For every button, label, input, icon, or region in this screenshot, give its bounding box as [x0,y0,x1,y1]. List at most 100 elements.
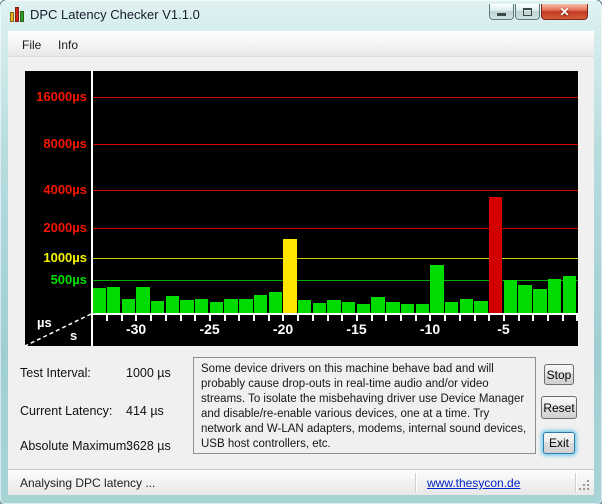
status-text: Analysing DPC latency ... [20,476,156,490]
latency-bar [150,300,165,313]
latency-bar [533,288,547,313]
latency-bar [92,287,106,313]
latency-bar [121,299,135,313]
latency-bar [503,279,518,313]
latency-bar [459,298,474,313]
x-axis-tick [576,315,578,321]
latency-bar [430,265,444,313]
latency-bar [415,304,429,313]
latency-bar [356,304,371,313]
latency-bar [106,286,121,313]
latency-bar [400,304,415,313]
x-axis-tick [91,315,94,321]
chart-gridline [93,144,578,145]
x-axis-tick [179,315,182,321]
latency-bar [180,300,194,313]
latency-bar [386,302,400,313]
test-interval-label: Test Interval: [20,366,91,380]
app-window: DPC Latency Checker V1.1.0 ✕ File Info 1… [0,0,602,504]
latency-bar [136,286,150,313]
latency-bar [547,279,562,313]
y-axis-label: 4000µs [43,182,87,197]
chart-gridline [93,258,578,259]
close-icon: ✕ [559,4,570,19]
minimize-button[interactable] [489,4,514,20]
y-axis-label: 16000µs [36,89,87,104]
absolute-maximum-label: Absolute Maximum: [20,439,130,453]
x-axis-tick [561,315,564,321]
x-axis-tick [106,315,109,321]
latency-chart: 16000µs 8000µs 4000µs 2000µs 1000µs 500µs -30… [25,71,578,346]
status-bar: Analysing DPC latency ... www.thesycon.d… [8,469,594,495]
menu-item-info[interactable]: Info [52,36,84,54]
latency-bar [312,303,327,313]
x-axis-tick [547,315,549,321]
current-latency-value: 414 µs [126,404,164,418]
latency-bar [444,302,459,313]
advice-message-box: Some device drivers on this machine beha… [193,357,536,454]
minimize-icon [497,13,506,16]
x-axis-label: -10 [419,321,441,337]
y-axis-label: 2000µs [43,220,87,235]
stop-button[interactable]: Stop [544,364,574,385]
window-title: DPC Latency Checker V1.1.0 [30,7,200,22]
latency-bar [253,294,268,313]
x-axis-label: -25 [199,321,220,337]
latency-bar [518,284,532,313]
resize-grip-icon[interactable] [587,488,589,490]
statusbar-divider [575,473,576,492]
restore-icon [523,7,532,16]
reset-button[interactable]: Reset [541,396,577,419]
latency-bar [371,297,385,313]
latency-bar [489,197,503,313]
latency-bar [195,299,209,313]
statusbar-divider [415,473,416,492]
maximize-restore-button[interactable] [515,4,540,20]
chart-gridline [93,190,578,191]
x-axis-tick [253,315,256,321]
website-link[interactable]: www.thesycon.de [427,476,520,490]
menu-item-file[interactable]: File [16,36,47,54]
test-interval-value: 1000 µs [126,366,171,380]
x-axis-tick [311,315,314,321]
axis-corner-diagonal [25,313,91,346]
chart-gridline [93,97,578,98]
x-axis-tick [385,315,388,321]
y-axis-line [91,71,93,346]
y-axis-label: 1000µs [43,250,87,265]
latency-bar [327,299,341,313]
x-axis-label: -5 [497,321,510,337]
latency-bar [283,238,297,313]
current-latency-label: Current Latency: [20,404,113,418]
x-axis-label: -30 [125,321,147,337]
absolute-maximum-value: 3628 µs [126,439,171,453]
latency-bar [342,302,356,313]
x-axis-tick [326,315,329,321]
latency-bar [224,298,238,313]
latency-bar [474,301,488,313]
x-axis-tick [238,315,241,321]
title-bar[interactable]: DPC Latency Checker V1.1.0 ✕ [0,0,602,31]
latency-bar [268,291,282,313]
latency-bar [297,299,312,313]
x-axis-tick [458,315,461,321]
chart-gridline [93,228,578,229]
latency-bar [165,296,180,313]
x-axis-label: -15 [346,321,367,337]
y-axis-unit-label: µs [37,315,52,330]
bar-chart-icon [10,7,26,23]
latency-bar [209,302,224,313]
exit-button[interactable]: Exit [543,432,575,454]
x-axis-tick [473,315,476,321]
close-button[interactable]: ✕ [541,4,588,20]
y-axis-label: 500µs [50,272,87,287]
x-axis-unit-label: s [70,328,78,343]
menu-bar: File Info [8,31,594,57]
y-axis-label: 8000µs [43,136,87,151]
x-axis-tick [532,315,535,321]
x-axis-label: -20 [272,321,294,337]
x-axis-tick [400,315,403,321]
latency-bar [239,299,253,313]
x-axis-tick [164,315,167,321]
latency-bar [562,276,576,313]
